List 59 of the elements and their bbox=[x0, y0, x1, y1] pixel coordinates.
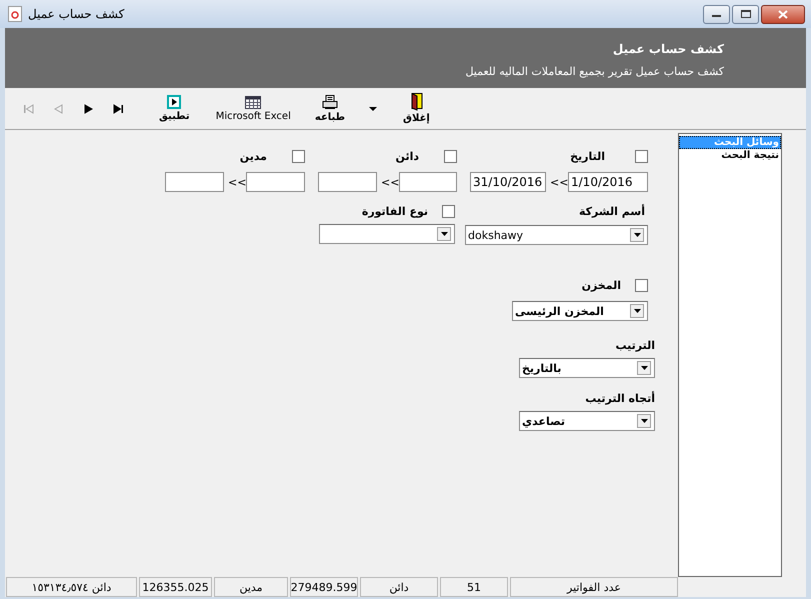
checkbox-label: دائن bbox=[396, 150, 419, 163]
status-cell: 51 bbox=[440, 577, 508, 597]
dropdown-field[interactable] bbox=[319, 224, 455, 244]
first-record-icon bbox=[22, 104, 34, 114]
field-label: الترتيب bbox=[616, 339, 655, 352]
play-icon bbox=[167, 95, 182, 109]
status-cell: دائن bbox=[360, 577, 438, 597]
text-field[interactable] bbox=[399, 172, 457, 192]
text-field[interactable]: 1/10/2016 bbox=[568, 172, 648, 192]
header-subtitle: كشف حساب عميل تقرير بجميع المعاملات الماليه للعميل bbox=[465, 65, 724, 78]
maximize-icon bbox=[740, 10, 750, 18]
status-cell: مدين bbox=[214, 577, 288, 597]
caret-icon bbox=[632, 232, 642, 238]
close-icon bbox=[778, 10, 788, 18]
text-field[interactable] bbox=[246, 172, 305, 192]
status-cell: دائن ١٥٣١٣٤٫٥٧٤ bbox=[6, 577, 137, 597]
printer-icon bbox=[322, 94, 338, 110]
previous-record-icon bbox=[52, 104, 64, 114]
print-button[interactable]: طباعه bbox=[312, 92, 348, 124]
caret-icon bbox=[440, 231, 448, 237]
excel-export-button[interactable]: Microsoft Excel bbox=[214, 94, 293, 124]
text-field[interactable]: 31/10/2016 bbox=[470, 172, 546, 192]
last-record-icon bbox=[112, 104, 124, 114]
apply-button[interactable]: تطبيق bbox=[157, 93, 192, 124]
dropdown-field[interactable]: dokshawy bbox=[465, 225, 648, 245]
dropdown-field[interactable]: المخزن الرئيسى bbox=[512, 301, 648, 321]
status-cell: 126355.025 bbox=[139, 577, 212, 597]
status-cell: عدد الفواتير bbox=[510, 577, 678, 597]
checkbox[interactable] bbox=[635, 150, 648, 163]
checkbox-label: المخزن bbox=[582, 279, 621, 292]
checkbox[interactable] bbox=[635, 279, 648, 292]
checkbox[interactable] bbox=[292, 150, 305, 163]
checkbox[interactable] bbox=[444, 150, 457, 163]
maximize-button[interactable] bbox=[732, 4, 759, 24]
text-field[interactable] bbox=[165, 172, 224, 192]
dropdown-field[interactable]: تصاعدي bbox=[519, 411, 655, 431]
dropdown-field[interactable]: بالتاريخ bbox=[519, 358, 655, 378]
caret-icon bbox=[640, 418, 648, 424]
panel-item[interactable]: نتيجة البحث bbox=[679, 149, 781, 162]
header-title: كشف حساب عميل bbox=[612, 42, 724, 56]
checkbox[interactable] bbox=[442, 205, 455, 218]
close-form-button[interactable]: إغلاق bbox=[401, 91, 432, 126]
caret-icon bbox=[640, 365, 648, 371]
text-field[interactable] bbox=[318, 172, 377, 192]
minimize-button[interactable] bbox=[703, 4, 730, 24]
checkbox-label: نوع الفاتورة bbox=[362, 205, 428, 218]
spreadsheet-icon bbox=[245, 96, 262, 108]
checkbox-label: مدين bbox=[240, 150, 267, 163]
caret-icon bbox=[369, 106, 378, 110]
next-record-icon bbox=[82, 104, 94, 114]
window-title: كشف حساب عميل bbox=[28, 7, 126, 21]
field-label: أسم الشركة bbox=[578, 205, 645, 218]
status-cell: 279489.599 bbox=[290, 577, 358, 597]
app-icon bbox=[8, 6, 22, 22]
field-label: أتجاه الترتيب bbox=[585, 392, 655, 405]
close-button[interactable] bbox=[761, 4, 805, 24]
checkbox-label: التاريخ bbox=[570, 150, 605, 163]
exit-door-icon bbox=[410, 93, 423, 111]
caret-icon bbox=[632, 308, 642, 314]
